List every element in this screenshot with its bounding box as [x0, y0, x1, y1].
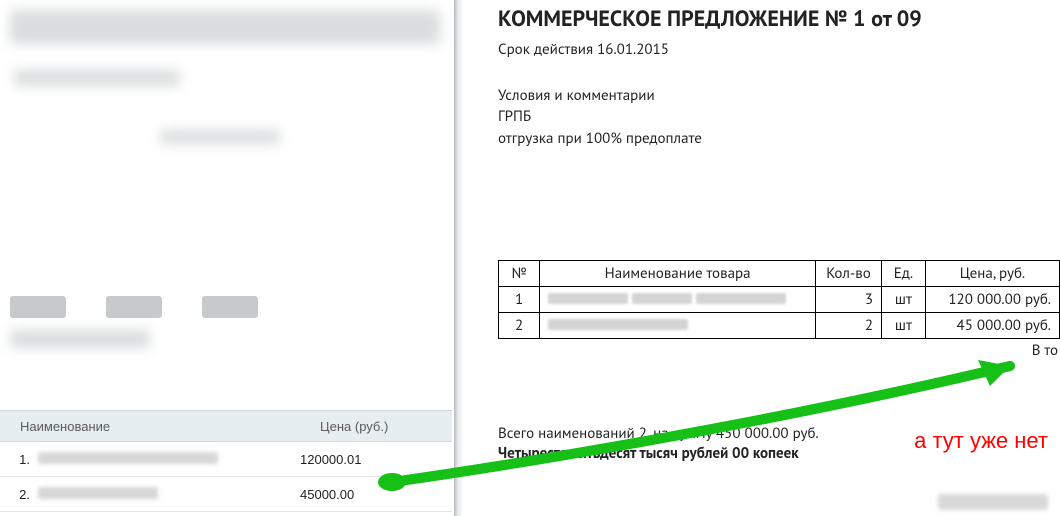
cell-qty: 2	[815, 312, 881, 338]
footer-redacted	[938, 494, 1048, 510]
th-qty: Кол-во	[815, 260, 881, 286]
cell-price: 45 000.00 руб.	[925, 312, 1059, 338]
table-row: 2 2 шт 45 000.00 руб.	[499, 312, 1060, 338]
doc-conditions-label: Условия и комментарии	[498, 85, 1060, 107]
table-header-row: № Наименование товара Кол-во Ед. Цена, р…	[499, 260, 1060, 286]
blurred-area	[10, 10, 442, 390]
list-item-price: 120000.01	[300, 452, 410, 467]
list-header: Наименование Цена (руб.)	[0, 410, 452, 442]
doc-conditions-block: Условия и комментарии ГРПБ отгрузка при …	[498, 85, 1060, 150]
th-unit: Ед.	[882, 260, 926, 286]
list-header-name: Наименование	[0, 419, 320, 434]
doc-company: ГРПБ	[498, 106, 1060, 128]
doc-title: КОММЕРЧЕСКОЕ ПРЕДЛОЖЕНИЕ № 1 от 09	[498, 6, 1060, 34]
cell-num: 1	[499, 286, 540, 312]
list-item[interactable]: 2. 45000.00	[0, 477, 452, 512]
cell-price: 120 000.00 руб.	[925, 286, 1059, 312]
list-item-price: 45000.00	[300, 487, 410, 502]
list-item[interactable]: 1. 120000.01	[0, 442, 452, 477]
table-after-text: В то	[498, 341, 1060, 360]
list-item-name-redacted	[38, 452, 218, 464]
cell-unit: шт	[882, 286, 926, 312]
list-item-name-redacted	[38, 487, 158, 499]
list-item-index: 2.	[0, 487, 38, 502]
goods-table: № Наименование товара Кол-во Ед. Цена, р…	[498, 260, 1060, 339]
table-row: 1 3 шт 120 000.00 руб.	[499, 286, 1060, 312]
pane-divider	[454, 0, 462, 516]
doc-terms: отгрузка при 100% предоплате	[498, 128, 1060, 150]
doc-validity: Срок действия 16.01.2015	[498, 40, 1060, 59]
cell-name-redacted	[540, 286, 816, 312]
cell-num: 2	[499, 312, 540, 338]
cell-qty: 3	[815, 286, 881, 312]
left-pane: Наименование Цена (руб.) 1. 120000.01 2.…	[0, 0, 452, 516]
cell-name-redacted	[540, 312, 816, 338]
list-header-price: Цена (руб.)	[320, 419, 430, 434]
annotation-text: а тут уже нет	[914, 428, 1048, 454]
th-price: Цена, руб.	[925, 260, 1059, 286]
th-name: Наименование товара	[540, 260, 816, 286]
th-num: №	[499, 260, 540, 286]
left-item-list: Наименование Цена (руб.) 1. 120000.01 2.…	[0, 410, 452, 512]
list-item-index: 1.	[0, 452, 38, 467]
cell-unit: шт	[882, 312, 926, 338]
